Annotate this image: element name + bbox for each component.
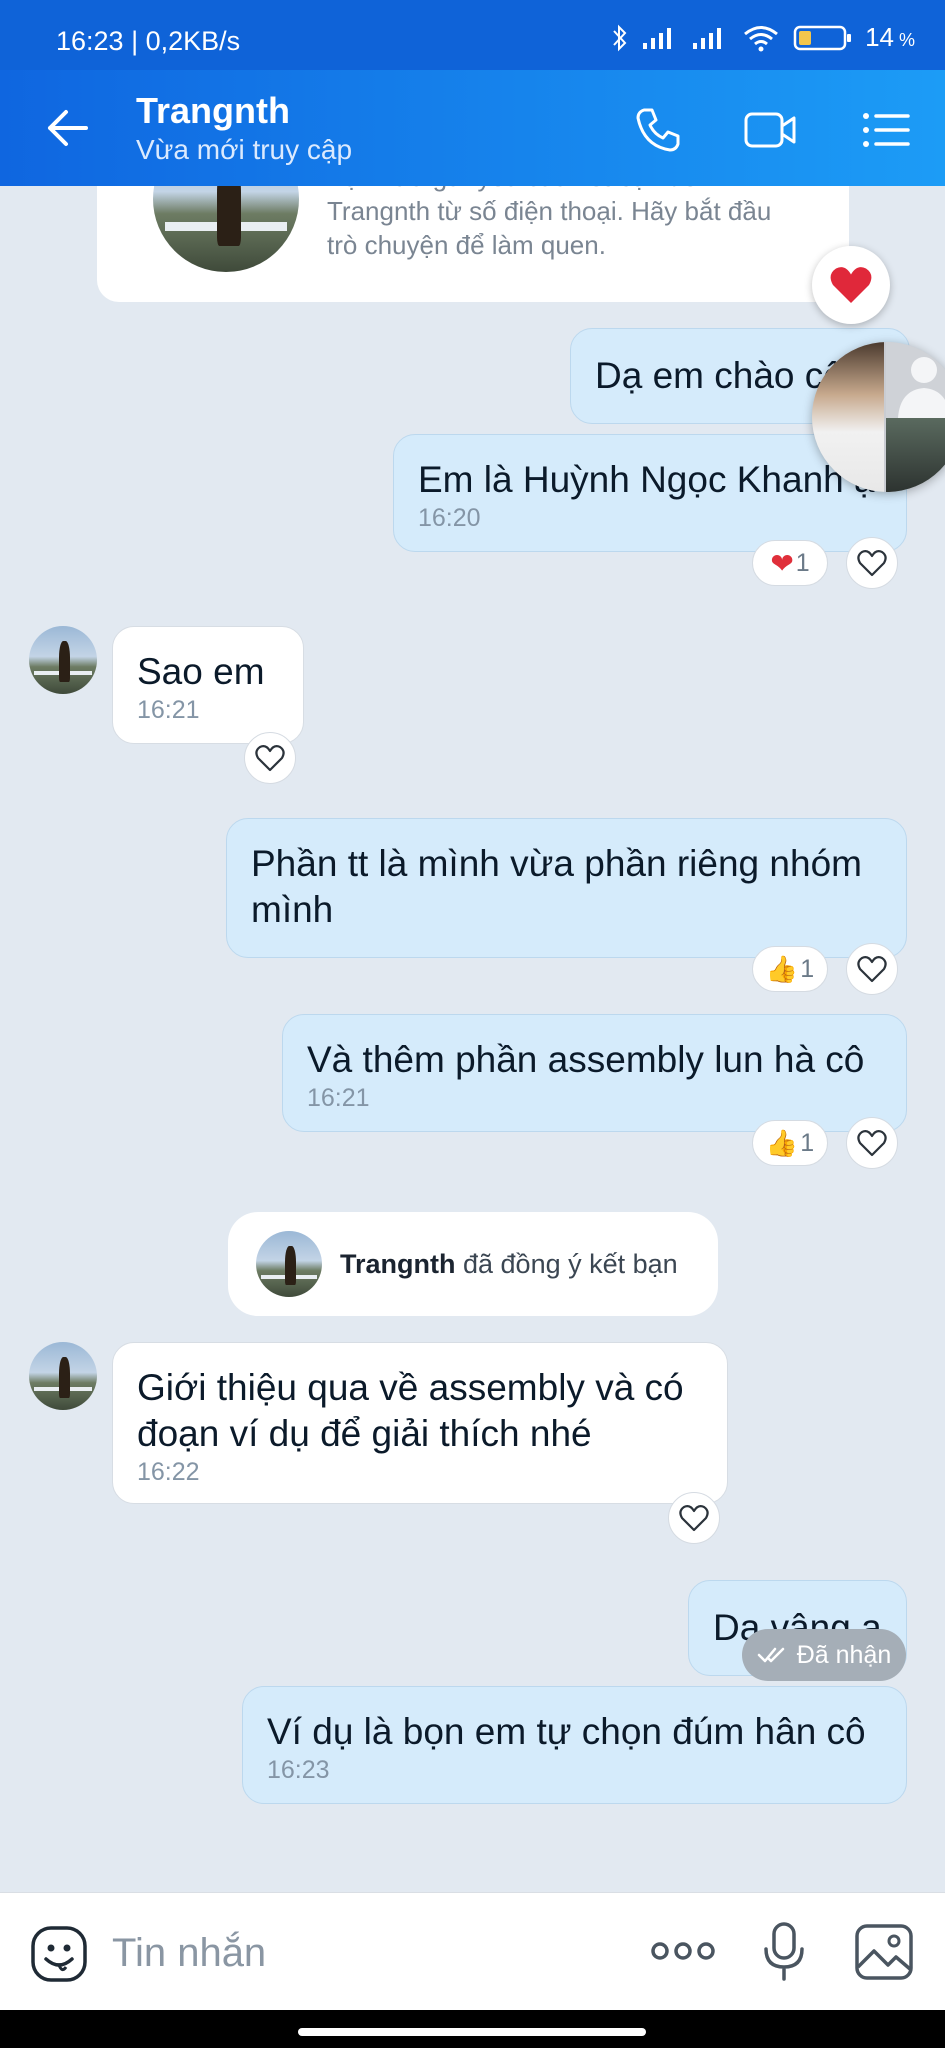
message-input[interactable]: Tin nhắn [112, 1931, 266, 1976]
heart-outline-icon [857, 1130, 887, 1157]
contact-avatar[interactable] [29, 626, 97, 694]
chat-header: Trangnth Vừa mới truy cập [0, 70, 945, 186]
reaction-summary[interactable]: 👍 1 [752, 946, 828, 992]
reaction-summary[interactable]: ❤ 1 [752, 540, 828, 586]
like-button[interactable] [244, 732, 296, 784]
message-incoming[interactable]: Giới thiệu qua về assembly và có đoạn ví… [112, 1342, 728, 1504]
battery-icon [793, 25, 852, 50]
like-button[interactable] [668, 1492, 720, 1544]
status-time: 16:23 | 0,2KB/s [56, 26, 241, 56]
message-incoming[interactable]: Sao em 16:21 [112, 626, 304, 744]
sticker-emoji-icon[interactable] [30, 1925, 88, 1983]
message-time: 16:20 [418, 504, 481, 532]
status-icons: 14 % [611, 22, 915, 53]
system-navigation-bar [0, 2010, 945, 2048]
reaction-count: 1 [800, 1128, 815, 1157]
message-time: 16:21 [137, 696, 200, 724]
message-time: 16:23 [267, 1756, 330, 1784]
signal-icon [643, 27, 672, 49]
contact-avatar[interactable] [29, 1342, 97, 1410]
like-button[interactable] [846, 1117, 898, 1169]
thumbs-up-reaction-icon: 👍 [765, 953, 799, 984]
message-text: Giới thiệu qua về assembly và có đoạn ví… [137, 1367, 684, 1454]
contact-avatar-large [153, 186, 299, 272]
message-time: 16:22 [137, 1458, 200, 1486]
contact-avatar-small [256, 1231, 322, 1297]
status-bar: 16:23 | 0,2KB/s 14 % [0, 0, 945, 70]
person-placeholder-icon [898, 357, 945, 418]
microphone-icon[interactable] [760, 1921, 808, 1983]
heart-outline-icon [857, 956, 887, 983]
floating-video-call-bubble[interactable] [812, 342, 945, 492]
message-text: Ví dụ là bọn em tự chọn đúm hân cô [267, 1711, 866, 1752]
wifi-icon [744, 25, 779, 51]
bluetooth-icon [613, 24, 627, 51]
image-gallery-icon[interactable] [854, 1923, 914, 1981]
message-text: Và thêm phần assembly lun hà cô [307, 1039, 865, 1080]
video-participant-left [812, 342, 884, 492]
notice-text: Trangnth đã đồng ý kết bạn [340, 1248, 678, 1279]
message-time: 16:21 [307, 1084, 370, 1112]
message-composer: Tin nhắn [0, 1892, 945, 2010]
message-outgoing[interactable]: Phần tt là mình vừa phần riêng nhóm mình [226, 818, 907, 958]
video-participant-bottom [886, 418, 945, 492]
quick-heart-reaction-button[interactable] [812, 246, 890, 324]
double-check-icon [757, 1647, 784, 1663]
delivery-status-badge: Đã nhận [742, 1629, 906, 1681]
friend-request-card: Bạn vừa gửi yêu cầu kết bạn đến Trangnth… [97, 186, 849, 302]
heart-reaction-icon: ❤ [770, 547, 794, 579]
like-button[interactable] [846, 537, 898, 589]
battery-level: 14 % [865, 22, 915, 52]
home-gesture-handle[interactable] [298, 2028, 646, 2036]
heart-outline-icon [255, 745, 285, 772]
friend-accepted-notice: Trangnth đã đồng ý kết bạn [228, 1212, 718, 1316]
signal-icon-2 [693, 27, 722, 49]
message-text: Sao em [137, 651, 265, 692]
message-text: Phần tt là mình vừa phần riêng nhóm mình [251, 843, 862, 930]
message-outgoing[interactable]: Và thêm phần assembly lun hà cô 16:21 [282, 1014, 907, 1132]
like-button[interactable] [846, 943, 898, 995]
back-arrow-icon[interactable] [42, 102, 94, 154]
menu-list-icon[interactable] [858, 102, 914, 158]
video-call-icon[interactable] [742, 102, 798, 158]
thumbs-up-reaction-icon: 👍 [765, 1127, 799, 1158]
intro-text: Bạn vừa gửi yêu cầu kết bạn đến Trangnth… [327, 186, 772, 260]
message-outgoing[interactable]: Ví dụ là bọn em tự chọn đúm hân cô 16:23 [242, 1686, 907, 1804]
heart-outline-icon [679, 1505, 709, 1532]
contact-status: Vừa mới truy cập [136, 134, 353, 165]
reaction-count: 1 [800, 954, 815, 983]
reaction-summary[interactable]: 👍 1 [752, 1120, 828, 1166]
phone-call-icon[interactable] [630, 102, 686, 158]
heart-icon [830, 267, 872, 303]
reaction-count: 1 [795, 548, 810, 577]
contact-name[interactable]: Trangnth [136, 90, 290, 132]
video-participant-right [886, 342, 945, 418]
heart-outline-icon [857, 550, 887, 577]
more-options-icon[interactable] [648, 1931, 718, 1971]
